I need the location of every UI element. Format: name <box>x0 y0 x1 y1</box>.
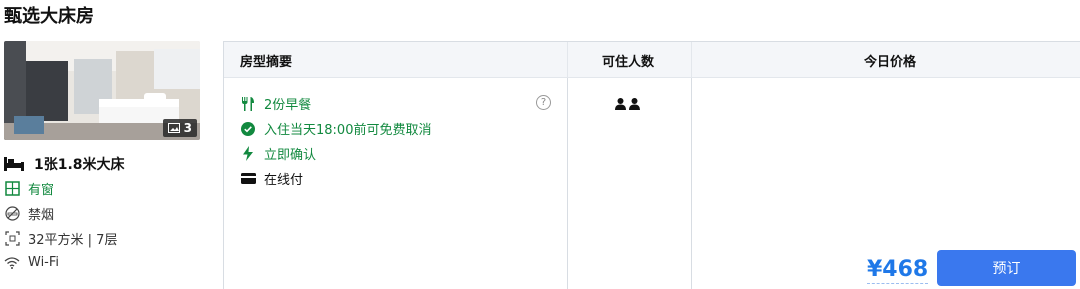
photo-count-badge[interactable]: 3 <box>162 119 197 137</box>
feature-no-smoking-label: 禁烟 <box>28 208 55 223</box>
bed-icon <box>4 157 24 171</box>
book-button[interactable]: 预订 <box>937 250 1076 286</box>
benefit-breakfast: 2份早餐 <box>240 94 311 113</box>
bed-text: 1张1.8米大床 <box>34 157 125 173</box>
help-icon[interactable]: ? <box>536 95 551 110</box>
benefit-pay-online-label: 在线付 <box>264 173 304 188</box>
room-card: 甄选大床房 3 1张1.8米大床 有窗 禁烟 32平方米 | 7层 Wi-Fi … <box>0 0 1080 289</box>
feature-window: 有窗 <box>4 179 54 198</box>
lightning-icon <box>240 146 256 162</box>
benefit-instant-confirm-label: 立即确认 <box>264 148 317 163</box>
card-icon <box>240 171 256 187</box>
photo-count: 3 <box>183 121 192 135</box>
image-icon <box>167 123 180 133</box>
person-icon <box>615 98 626 110</box>
feature-wifi: Wi-Fi <box>4 254 59 270</box>
feature-wifi-label: Wi-Fi <box>28 254 60 270</box>
header-today-price: 今日价格 <box>864 54 917 70</box>
dining-icon <box>240 96 256 112</box>
header-room-summary: 房型摘要 <box>240 54 293 70</box>
benefit-instant-confirm: 立即确认 <box>240 144 316 163</box>
area-icon <box>4 231 20 247</box>
person-icon <box>629 98 640 110</box>
benefit-free-cancel: 入住当天18:00前可免费取消 <box>240 119 431 138</box>
benefit-free-cancel-label: 入住当天18:00前可免费取消 <box>264 123 432 138</box>
bed-info: 1张1.8米大床 <box>4 154 125 174</box>
no-smoking-icon <box>4 206 20 222</box>
benefit-pay-online: 在线付 <box>240 169 303 188</box>
occupancy-icons <box>615 98 640 110</box>
column-divider <box>691 42 692 78</box>
header-occupancy: 可住人数 <box>602 54 655 70</box>
window-icon <box>4 181 20 197</box>
feature-window-label: 有窗 <box>28 183 55 198</box>
wifi-icon <box>4 254 20 270</box>
column-divider <box>567 42 568 78</box>
benefit-breakfast-label: 2份早餐 <box>264 98 312 113</box>
price: ¥468 <box>867 257 929 284</box>
room-title: 甄选大床房 <box>4 6 94 27</box>
column-divider <box>691 78 692 289</box>
column-divider <box>567 78 568 289</box>
check-circle-icon <box>240 121 256 137</box>
room-photo[interactable]: 3 <box>4 41 200 140</box>
rate-table: 房型摘要 可住人数 今日价格 2份早餐 ? 入住当天18:00前可免费取消 立即… <box>223 41 1080 289</box>
feature-area-label: 32平方米 | 7层 <box>28 233 118 248</box>
table-header: 房型摘要 可住人数 今日价格 <box>224 42 1080 78</box>
feature-no-smoking: 禁烟 <box>4 204 54 223</box>
feature-area: 32平方米 | 7层 <box>4 229 117 248</box>
